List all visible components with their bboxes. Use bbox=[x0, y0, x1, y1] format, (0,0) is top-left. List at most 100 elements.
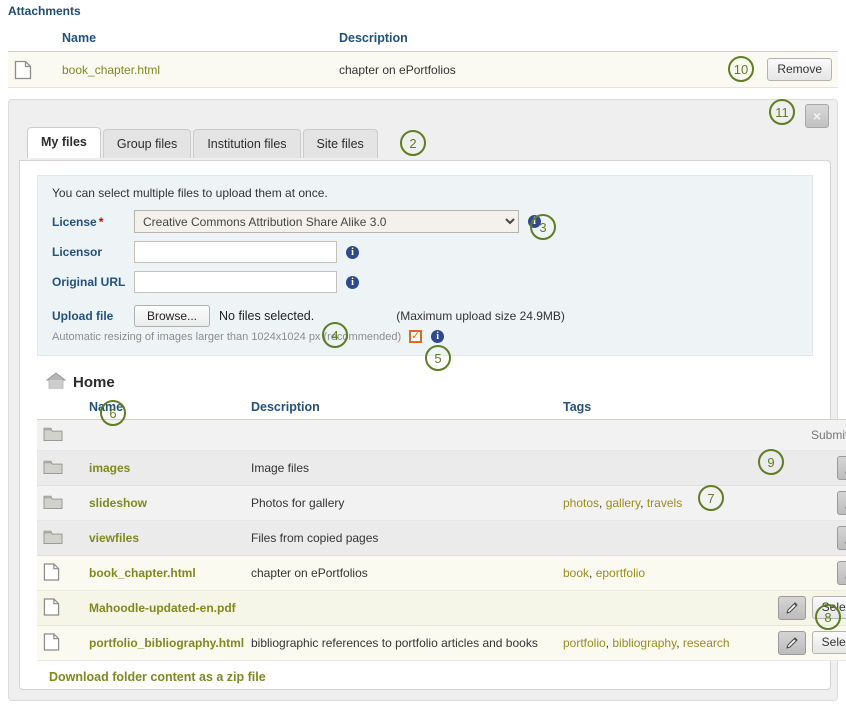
info-icon-original-url[interactable]: i bbox=[346, 275, 359, 289]
edit-button[interactable] bbox=[777, 596, 806, 620]
original-url-input[interactable] bbox=[134, 271, 337, 293]
file-name-link[interactable]: portfolio_bibliography.html bbox=[89, 636, 244, 650]
fb-col-description: Description bbox=[245, 398, 557, 420]
edit-button[interactable] bbox=[777, 631, 806, 655]
file-row-description: Photos for gallery bbox=[245, 485, 557, 521]
close-button-wrapper: × bbox=[805, 104, 829, 128]
file-row-tags bbox=[557, 590, 759, 626]
annotation-marker-8: 8 bbox=[815, 604, 841, 630]
original-url-label: Original URL bbox=[52, 275, 126, 289]
file-row: slideshow Photos for gallery photos, galle… bbox=[37, 485, 846, 521]
file-name-link[interactable]: viewfiles bbox=[89, 531, 139, 545]
file-row-name-cell: viewfiles bbox=[83, 520, 245, 556]
home-label: Home bbox=[73, 373, 115, 391]
file-name-link[interactable]: images bbox=[89, 461, 130, 475]
tag-link[interactable]: bibliography bbox=[612, 636, 676, 650]
annotation-marker-3: 3 bbox=[530, 214, 556, 240]
tab-institution-files[interactable]: Institution files bbox=[193, 129, 301, 158]
file-name-link[interactable]: Mahoodle-updated-en.pdf bbox=[89, 601, 236, 615]
attachment-name-link[interactable]: book_chapter.html bbox=[62, 63, 160, 77]
file-icon bbox=[43, 562, 60, 585]
upload-file-label: Upload file bbox=[52, 309, 114, 323]
license-label: License * bbox=[52, 215, 134, 229]
tag-link[interactable]: photos bbox=[563, 496, 599, 510]
file-icon bbox=[43, 597, 60, 620]
attachments-header-row: Name Description bbox=[8, 28, 838, 52]
info-icon-licensor[interactable]: i bbox=[346, 245, 359, 259]
file-browser-header-row: Name Description Tags bbox=[37, 398, 846, 420]
tab-my-files[interactable]: My files bbox=[27, 127, 101, 158]
file-row-tags: portfolio, bibliography, research bbox=[557, 625, 759, 661]
annotation-marker-7: 7 bbox=[698, 485, 724, 511]
licensor-input[interactable] bbox=[134, 241, 337, 263]
license-label-text: License bbox=[52, 214, 97, 229]
folder-icon bbox=[43, 530, 63, 548]
folder-icon bbox=[43, 495, 63, 513]
license-select[interactable]: Creative Commons Attribution Share Alike… bbox=[134, 210, 519, 233]
tag-link[interactable]: eportfolio bbox=[596, 566, 645, 580]
download-zip-link[interactable]: Download folder content as a zip file bbox=[49, 670, 266, 684]
upload-intro-text: You can select multiple files to upload … bbox=[52, 186, 328, 200]
folder-icon bbox=[43, 427, 63, 445]
file-name-link[interactable]: book_chapter.html bbox=[89, 566, 196, 580]
upload-file-row: Upload file Browse... No files selected.… bbox=[52, 305, 798, 327]
attachment-name-cell: book_chapter.html bbox=[56, 51, 333, 88]
tag-link[interactable]: travels bbox=[647, 496, 682, 510]
fb-col-tags: Tags bbox=[557, 398, 759, 420]
file-row-description: bibliographic references to portfolio ar… bbox=[245, 625, 557, 661]
file-row-tags: photos, gallery, travels bbox=[557, 485, 759, 521]
attachment-actions-cell: Remove bbox=[706, 51, 838, 88]
fb-col-icon bbox=[37, 398, 83, 420]
annotation-marker-11: 11 bbox=[769, 99, 795, 125]
annotation-marker-2: 2 bbox=[400, 130, 426, 156]
file-row-name-cell: slideshow bbox=[83, 485, 245, 521]
attachment-row: book_chapter.html chapter on ePortfolios… bbox=[8, 51, 838, 88]
file-row: book_chapter.html chapter on ePortfolios b… bbox=[37, 555, 846, 591]
file-row-icon-cell bbox=[37, 590, 83, 626]
auto-resize-checkbox[interactable]: ✓ bbox=[409, 330, 423, 343]
attachments-table: Name Description book_chapter.html chapt… bbox=[8, 28, 838, 88]
annotation-marker-5: 5 bbox=[425, 345, 451, 371]
tab-site-files[interactable]: Site files bbox=[302, 129, 378, 158]
status-badge: Submitted bbox=[810, 428, 846, 442]
annotation-marker-6: 6 bbox=[100, 400, 126, 426]
browse-button[interactable]: Browse... bbox=[134, 305, 211, 327]
upload-form: You can select multiple files to upload … bbox=[37, 175, 813, 356]
file-row-actions: Submitted bbox=[759, 419, 846, 451]
tag-link[interactable]: research bbox=[683, 636, 730, 650]
filepicker-panel: × My files Group files Institution files… bbox=[8, 99, 846, 701]
remove-button[interactable]: Remove bbox=[767, 58, 832, 81]
file-row-name-cell: book_chapter.html bbox=[83, 555, 245, 591]
file-row-tags bbox=[557, 520, 759, 556]
edit-button[interactable] bbox=[837, 526, 846, 550]
file-row-icon-cell bbox=[37, 555, 83, 591]
close-icon[interactable]: × bbox=[805, 104, 829, 128]
file-row-tags bbox=[557, 450, 759, 486]
file-row-name-cell: images bbox=[83, 450, 245, 486]
attachments-table-wrapper: Name Description book_chapter.html chapt… bbox=[0, 28, 846, 88]
info-icon-resize[interactable]: i bbox=[431, 330, 445, 343]
attachments-col-actions bbox=[706, 28, 838, 52]
file-row-actions bbox=[759, 520, 846, 556]
file-browser: Name Description Tags Submitted images Ima… bbox=[37, 398, 846, 684]
edit-button[interactable] bbox=[837, 491, 846, 515]
tab-group-files[interactable]: Group files bbox=[102, 129, 192, 158]
no-files-selected-text: No files selected. bbox=[219, 309, 315, 323]
file-browser-table: Name Description Tags Submitted images Ima… bbox=[37, 398, 846, 661]
max-upload-size-text: (Maximum upload size 24.9MB) bbox=[396, 309, 565, 323]
select-button[interactable]: Select bbox=[811, 631, 846, 655]
file-icon bbox=[14, 60, 32, 80]
edit-button[interactable] bbox=[837, 456, 846, 480]
tag-link[interactable]: gallery bbox=[606, 496, 640, 510]
license-row: License * Creative Commons Attribution Sh… bbox=[52, 210, 798, 233]
file-row-description: Image files bbox=[245, 450, 557, 486]
tag-link[interactable]: portfolio bbox=[563, 636, 606, 650]
file-row-actions: Select bbox=[759, 625, 846, 661]
home-icon[interactable] bbox=[45, 372, 67, 392]
tag-link[interactable]: book bbox=[563, 566, 589, 580]
file-browser-body: Submitted images Image files slideshow Photo… bbox=[37, 419, 846, 661]
file-name-link[interactable]: slideshow bbox=[89, 496, 147, 510]
attachments-section-title: Attachments bbox=[8, 4, 81, 18]
edit-button[interactable] bbox=[837, 561, 846, 585]
folder-icon bbox=[43, 460, 63, 478]
